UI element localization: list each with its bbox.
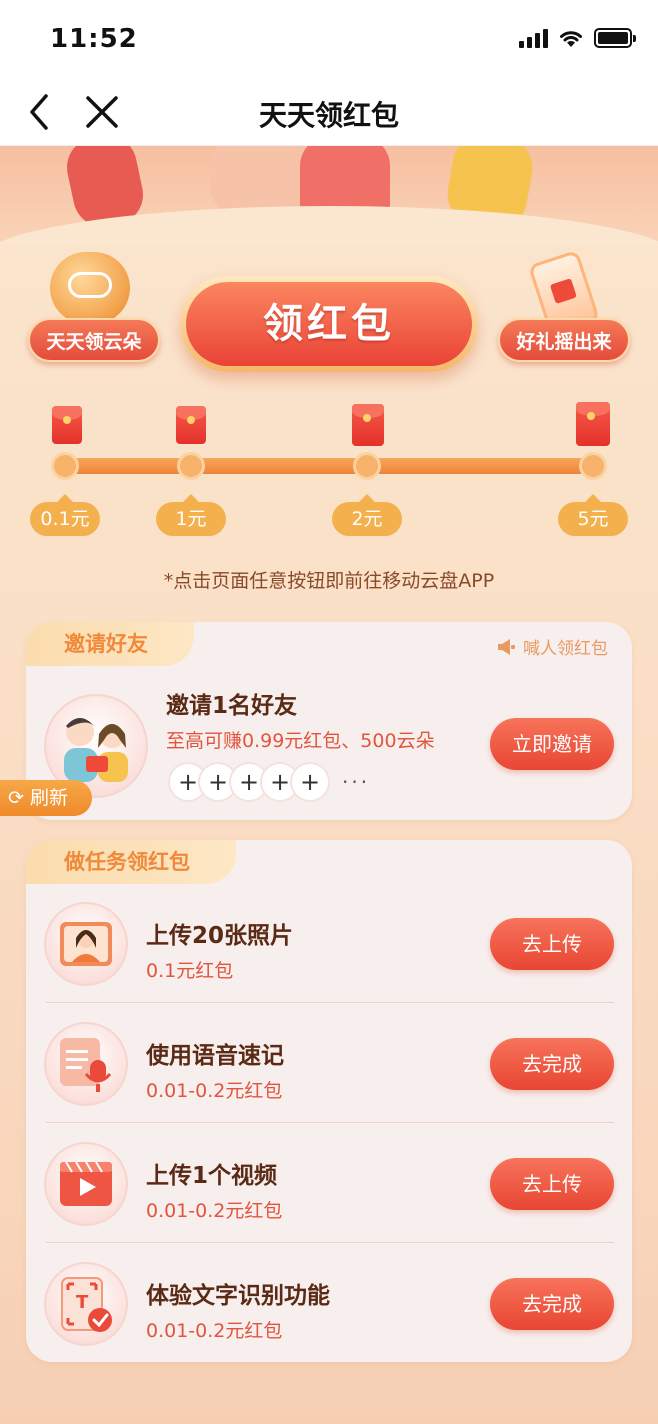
wifi-icon	[560, 31, 582, 47]
invite-tab: 邀请好友	[26, 622, 194, 666]
shout-link[interactable]: 喊人领红包	[497, 634, 608, 659]
battery-icon	[594, 28, 636, 48]
invite-now-button[interactable]: 立即邀请	[490, 718, 614, 770]
refresh-button[interactable]: ⟳ 刷新	[0, 780, 92, 816]
daily-cloud-button[interactable]: 天天领云朵	[28, 318, 160, 362]
progress-node	[51, 452, 79, 480]
task-card: 做任务领红包 上传20张照片 0.1元红包 去上传 使用语音速记 0.01-0.…	[26, 840, 632, 1362]
task-title: 上传20张照片	[146, 923, 294, 949]
task-action-button[interactable]: 去上传	[490, 1158, 614, 1210]
video-play-icon	[60, 1161, 112, 1206]
task-icon-circle	[44, 1022, 128, 1106]
progress-level-label: 2元	[332, 494, 402, 536]
progress-node	[177, 452, 205, 480]
invite-card: 邀请好友 喊人领红包 邀请1名好友 至高可赚0.99元红包、500云朵 + + …	[26, 622, 632, 820]
refresh-label: 刷新	[29, 787, 68, 809]
progress-level-label: 5元	[558, 494, 628, 536]
task-reward: 0.01-0.2元红包	[146, 1080, 283, 1102]
get-redpacket-label: 领红包	[186, 282, 472, 366]
task-icon-circle	[44, 1142, 128, 1226]
status-bar: 11:52	[0, 0, 658, 80]
task-tab: 做任务领红包	[26, 840, 236, 884]
task-title: 体验文字识别功能	[146, 1283, 330, 1309]
get-redpacket-button[interactable]: 领红包	[180, 276, 478, 372]
hint-text: *点击页面任意按钮即前往移动云盘APP	[163, 570, 495, 592]
progress-node	[353, 452, 381, 480]
task-action-button[interactable]: 去完成	[490, 1278, 614, 1330]
task-action-button[interactable]: 去上传	[490, 918, 614, 970]
refresh-icon: ⟳	[8, 787, 24, 809]
banner-illustration	[0, 146, 658, 246]
redpacket-icon	[52, 406, 82, 444]
invite-title: 邀请1名好友	[166, 693, 298, 719]
invite-subtitle: 至高可赚0.99元红包、500云朵	[166, 730, 435, 752]
task-icon-circle: T	[44, 1262, 128, 1346]
cloud-coin-icon	[50, 252, 130, 324]
task-icon-circle	[44, 902, 128, 986]
task-title: 使用语音速记	[146, 1043, 284, 1069]
task-reward: 0.01-0.2元红包	[146, 1320, 283, 1342]
megaphone-icon	[498, 638, 515, 655]
invite-slot-add-button[interactable]: +	[290, 762, 330, 802]
voice-note-icon	[60, 1038, 112, 1092]
page-title: 天天领红包	[258, 99, 399, 132]
divider	[46, 1122, 614, 1123]
task-reward: 0.01-0.2元红包	[146, 1200, 283, 1222]
redpacket-icon	[352, 404, 384, 446]
signal-icon	[519, 28, 548, 48]
task-action-button[interactable]: 去完成	[490, 1038, 614, 1090]
task-reward: 0.1元红包	[146, 960, 234, 982]
redpacket-icon	[576, 402, 610, 446]
status-icons	[519, 28, 636, 48]
status-time: 11:52	[50, 24, 138, 54]
progress-node	[579, 452, 607, 480]
svg-text:T: T	[76, 1292, 89, 1313]
shout-label: 喊人领红包	[523, 639, 608, 659]
photo-portrait-icon	[60, 922, 112, 966]
nav-bar: 天天领红包	[0, 80, 658, 146]
progress-level-label: 0.1元	[30, 494, 100, 536]
divider	[46, 1002, 614, 1003]
task-title: 上传1个视频	[146, 1163, 278, 1189]
progress-track	[64, 458, 594, 474]
progress-level-label: 1元	[156, 494, 226, 536]
divider	[46, 1242, 614, 1243]
shake-gift-button[interactable]: 好礼摇出来	[498, 318, 630, 362]
more-icon: ···	[342, 770, 371, 794]
text-recognition-icon: T	[61, 1277, 112, 1332]
redpacket-icon	[176, 406, 206, 444]
